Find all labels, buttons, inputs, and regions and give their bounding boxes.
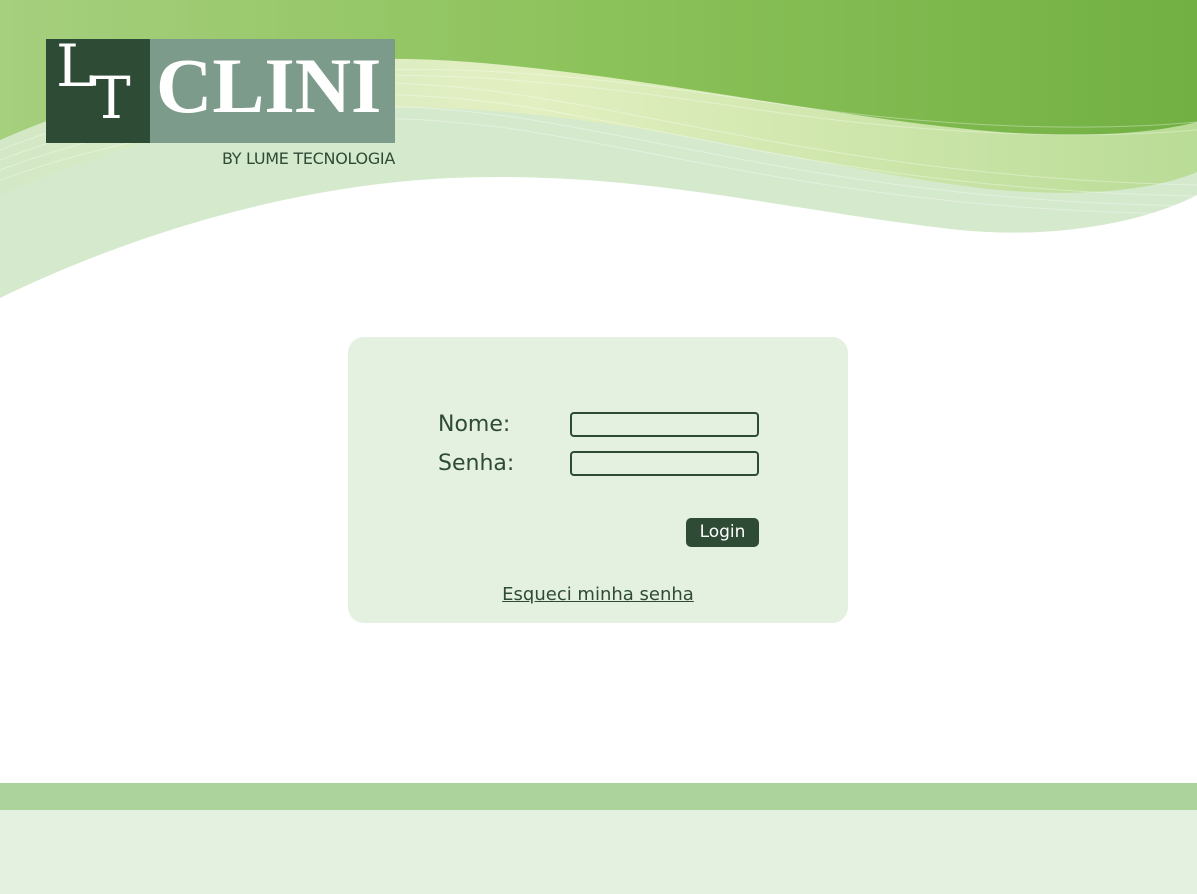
logo-byline: BY LUME TECNOLOGIA xyxy=(221,149,395,168)
password-input[interactable] xyxy=(570,451,759,476)
lt-clini-logo: L T CLINI BY LUME TECNOLOGIA xyxy=(46,32,395,173)
footer-stripe xyxy=(0,783,1197,810)
logo-monogram-l: L xyxy=(56,32,95,100)
footer xyxy=(0,810,1197,894)
logo-monogram: L T xyxy=(46,32,150,143)
logo-name-box: CLINI xyxy=(150,39,395,143)
login-button[interactable]: Login xyxy=(686,518,759,547)
logo-monogram-t: T xyxy=(92,64,131,132)
name-input[interactable] xyxy=(570,412,759,437)
login-card: Nome: Senha: Login Esqueci minha senha xyxy=(348,337,848,623)
logo-name: CLINI xyxy=(156,42,382,129)
password-label: Senha: xyxy=(438,451,515,476)
forgot-password-link[interactable]: Esqueci minha senha xyxy=(348,584,848,605)
name-label: Nome: xyxy=(438,412,511,437)
